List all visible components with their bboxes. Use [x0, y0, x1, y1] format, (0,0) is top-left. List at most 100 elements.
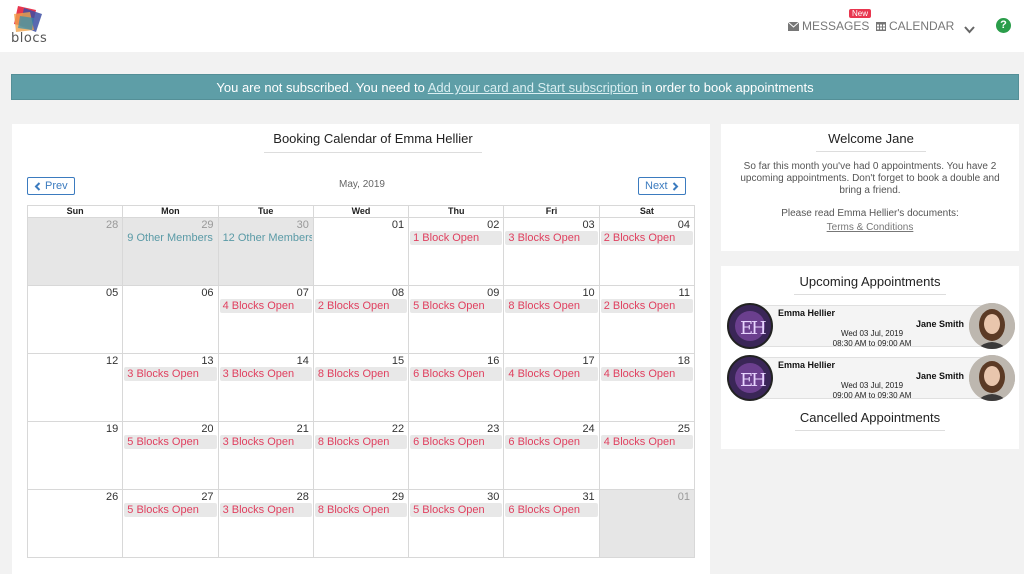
other-members-label[interactable]: 9 Other Members — [124, 231, 216, 245]
open-blocks-event[interactable]: 3 Blocks Open — [219, 367, 312, 381]
calendar-day[interactable]: 31 6 Blocks Open — [504, 490, 600, 558]
chevron-down-icon[interactable] — [964, 21, 975, 39]
open-blocks-event[interactable]: 3 Blocks Open — [219, 435, 312, 449]
calendar-day[interactable]: 09 5 Blocks Open — [409, 286, 505, 354]
open-blocks-event[interactable]: 2 Blocks Open — [314, 299, 408, 313]
calendar-day[interactable]: 26 — [28, 490, 124, 558]
calendar-day[interactable]: 29 8 Blocks Open — [313, 490, 410, 558]
appointment-card[interactable]: EH Emma Hellier Jane Smith Wed 03 Jul, 2… — [727, 355, 1015, 401]
calendar-day[interactable]: 11 2 Blocks Open — [599, 286, 695, 354]
calendar-day[interactable]: 24 6 Blocks Open — [504, 422, 600, 490]
calendar-day[interactable]: 08 2 Blocks Open — [313, 286, 410, 354]
open-blocks-event[interactable]: 6 Blocks Open — [410, 367, 503, 381]
calendar-day[interactable]: 30 12 Other Members — [218, 218, 314, 286]
calendar-day[interactable]: 22 8 Blocks Open — [313, 422, 410, 490]
chevron-left-icon — [34, 181, 41, 191]
other-members-label[interactable]: 12 Other Members — [220, 231, 312, 245]
terms-link[interactable]: Terms & Conditions — [733, 222, 1007, 233]
calendar-day[interactable]: 14 3 Blocks Open — [218, 354, 314, 422]
day-number: 19 — [106, 423, 119, 435]
day-number: 30 — [296, 219, 309, 231]
day-number: 09 — [487, 287, 500, 299]
calendar-day[interactable]: 06 — [123, 286, 219, 354]
next-month-button[interactable]: Next — [638, 177, 686, 195]
banner-prefix: You are not subscribed. You need to — [216, 80, 428, 95]
calendar-day[interactable]: 28 — [28, 218, 124, 286]
open-blocks-event[interactable]: 5 Blocks Open — [124, 503, 217, 517]
open-blocks-event[interactable]: 3 Blocks Open — [124, 367, 217, 381]
open-blocks-event[interactable]: 4 Blocks Open — [219, 299, 312, 313]
add-card-link[interactable]: Add your card and Start subscription — [428, 80, 638, 95]
calendar-day[interactable]: 12 — [28, 354, 124, 422]
open-blocks-event[interactable]: 4 Blocks Open — [600, 435, 693, 449]
calendar-day[interactable]: 27 5 Blocks Open — [123, 490, 219, 558]
open-blocks-event[interactable]: 4 Blocks Open — [600, 367, 693, 381]
calendar-icon — [876, 22, 886, 31]
day-number: 05 — [106, 287, 119, 299]
day-number: 24 — [582, 423, 595, 435]
help-icon[interactable]: ? — [996, 18, 1011, 33]
day-number: 30 — [487, 491, 500, 503]
open-blocks-event[interactable]: 4 Blocks Open — [505, 367, 598, 381]
messages-label: MESSAGES — [802, 19, 870, 33]
day-number: 16 — [487, 355, 500, 367]
calendar-day[interactable]: 30 5 Blocks Open — [409, 490, 505, 558]
appointment-date: Wed 03 Jul, 2019 — [840, 381, 904, 390]
day-number: 07 — [296, 287, 309, 299]
appointment-date: Wed 03 Jul, 2019 — [840, 329, 904, 338]
messages-nav[interactable]: MESSAGES — [788, 19, 869, 33]
open-blocks-event[interactable]: 3 Blocks Open — [505, 231, 598, 245]
documents-label: Please read Emma Hellier's documents: — [781, 208, 959, 219]
open-blocks-event[interactable]: 8 Blocks Open — [314, 435, 408, 449]
calendar-nav[interactable]: CALENDAR — [876, 19, 954, 33]
day-number: 02 — [487, 219, 500, 231]
calendar-day[interactable]: 28 3 Blocks Open — [218, 490, 314, 558]
calendar-day[interactable]: 15 8 Blocks Open — [313, 354, 410, 422]
calendar-day[interactable]: 21 3 Blocks Open — [218, 422, 314, 490]
calendar-day[interactable]: 13 3 Blocks Open — [123, 354, 219, 422]
appointments-panel: Upcoming Appointments EH Emma Hellier Ja… — [721, 266, 1019, 449]
calendar-day[interactable]: 20 5 Blocks Open — [123, 422, 219, 490]
prev-month-button[interactable]: Prev — [27, 177, 75, 195]
open-blocks-event[interactable]: 8 Blocks Open — [314, 503, 408, 517]
open-blocks-event[interactable]: 1 Block Open — [410, 231, 503, 245]
month-label: May, 2019 — [339, 179, 385, 190]
calendar-day[interactable]: 16 6 Blocks Open — [409, 354, 505, 422]
open-blocks-event[interactable]: 6 Blocks Open — [410, 435, 503, 449]
calendar-day[interactable]: 07 4 Blocks Open — [218, 286, 314, 354]
calendar-day[interactable]: 04 2 Blocks Open — [599, 218, 695, 286]
open-blocks-event[interactable]: 5 Blocks Open — [410, 299, 503, 313]
day-number: 21 — [296, 423, 309, 435]
provider-avatar: EH — [727, 355, 773, 401]
calendar-day[interactable]: 03 3 Blocks Open — [504, 218, 600, 286]
calendar-day[interactable]: 23 6 Blocks Open — [409, 422, 505, 490]
calendar-day[interactable]: 05 — [28, 286, 124, 354]
subscription-banner: You are not subscribed. You need to Add … — [11, 74, 1019, 100]
appointment-card[interactable]: EH Emma Hellier Jane Smith Wed 03 Jul, 2… — [727, 303, 1015, 349]
calendar-day[interactable]: 29 9 Other Members — [123, 218, 219, 286]
open-blocks-event[interactable]: 2 Blocks Open — [600, 299, 693, 313]
calendar-day[interactable]: 19 — [28, 422, 124, 490]
open-blocks-event[interactable]: 3 Blocks Open — [219, 503, 312, 517]
next-label: Next — [645, 180, 668, 192]
calendar-day[interactable]: 10 8 Blocks Open — [504, 286, 600, 354]
day-number: 29 — [391, 491, 405, 503]
weekday-label: Fri — [504, 206, 600, 218]
open-blocks-event[interactable]: 5 Blocks Open — [124, 435, 217, 449]
appointment-time: 09:00 AM to 09:30 AM — [832, 391, 912, 400]
day-number: 13 — [201, 355, 214, 367]
open-blocks-event[interactable]: 8 Blocks Open — [314, 367, 408, 381]
open-blocks-event[interactable]: 2 Blocks Open — [600, 231, 693, 245]
open-blocks-event[interactable]: 5 Blocks Open — [410, 503, 503, 517]
calendar-day[interactable]: 25 4 Blocks Open — [599, 422, 695, 490]
open-blocks-event[interactable]: 8 Blocks Open — [505, 299, 598, 313]
calendar-day[interactable]: 01 — [313, 218, 410, 286]
calendar-day[interactable]: 18 4 Blocks Open — [599, 354, 695, 422]
weekday-label: Thu — [409, 206, 505, 218]
open-blocks-event[interactable]: 6 Blocks Open — [505, 503, 598, 517]
calendar-day[interactable]: 02 1 Block Open — [409, 218, 505, 286]
calendar-day[interactable]: 01 — [599, 490, 695, 558]
calendar-day[interactable]: 17 4 Blocks Open — [504, 354, 600, 422]
open-blocks-event[interactable]: 6 Blocks Open — [505, 435, 598, 449]
day-number: 06 — [201, 287, 214, 299]
